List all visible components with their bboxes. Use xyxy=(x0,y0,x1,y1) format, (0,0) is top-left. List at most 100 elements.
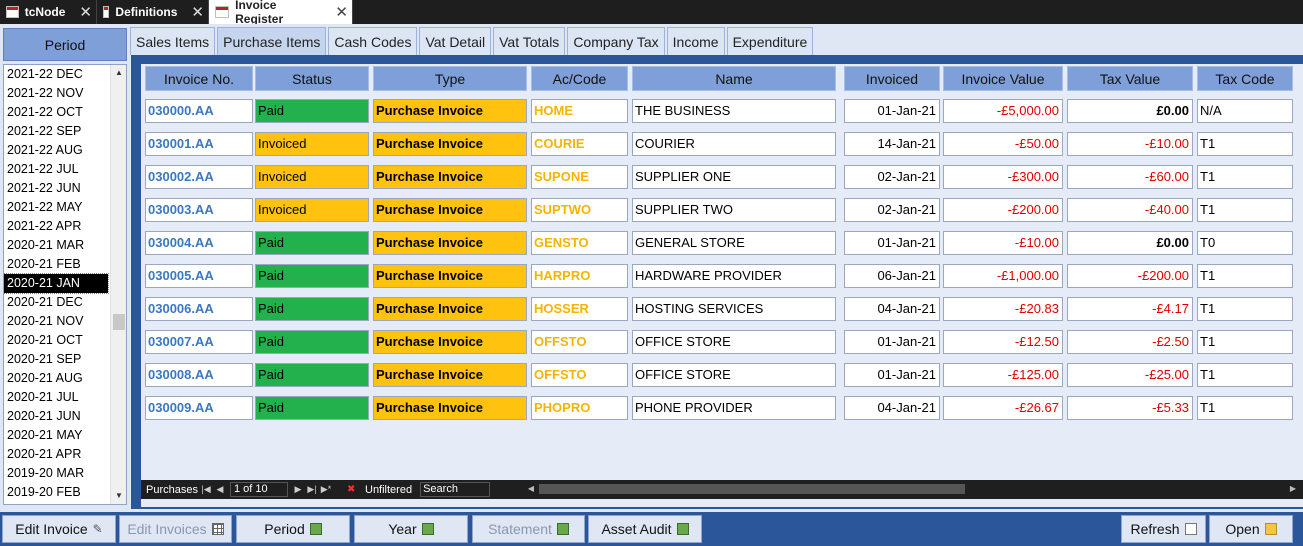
tab-vat-detail[interactable]: Vat Detail xyxy=(419,27,492,55)
column-header[interactable]: Tax Code xyxy=(1197,66,1293,91)
cell-taxcode[interactable]: T1 xyxy=(1197,132,1293,156)
cell-tax[interactable]: £0.00 xyxy=(1067,231,1193,255)
cell-code[interactable]: SUPTWO xyxy=(531,198,628,222)
period-item[interactable]: 2020-21 MAR xyxy=(4,236,126,255)
table-row[interactable]: 030007.AA Paid Purchase Invoice OFFSTO OFFIC… xyxy=(141,326,1303,359)
table-row[interactable]: 030005.AA Paid Purchase Invoice HARPRO HARDW… xyxy=(141,260,1303,293)
horizontal-scrollbar[interactable]: ◀ ▶ xyxy=(525,482,1299,496)
cell-type[interactable]: Purchase Invoice xyxy=(373,297,527,321)
cell-name[interactable]: HOSTING SERVICES xyxy=(632,297,836,321)
scroll-right-icon[interactable]: ▶ xyxy=(1287,482,1299,496)
table-row[interactable]: 030002.AA Invoiced Purchase Invoice SUPONE S… xyxy=(141,161,1303,194)
edit-invoices-button[interactable]: Edit Invoices xyxy=(119,515,232,543)
column-header[interactable]: Type xyxy=(373,66,527,91)
cell-name[interactable]: COURIER xyxy=(632,132,836,156)
tab-purchase-items[interactable]: Purchase Items xyxy=(217,27,327,55)
refresh-button[interactable]: Refresh xyxy=(1121,515,1206,543)
period-item[interactable]: 2019-20 FEB xyxy=(4,483,126,502)
cell-status[interactable]: Paid xyxy=(255,297,369,321)
filter-toggle[interactable]: ✖ Unfiltered xyxy=(333,484,420,496)
tab-company-tax[interactable]: Company Tax xyxy=(567,27,665,55)
doc-tab-definitions[interactable]: Definitions ✕ xyxy=(97,0,209,24)
period-item[interactable]: 2020-21 DEC xyxy=(4,293,126,312)
cell-status[interactable]: Invoiced xyxy=(255,198,369,222)
cell-inv[interactable]: 030002.AA xyxy=(145,165,253,189)
column-header[interactable]: Name xyxy=(632,66,836,91)
period-item[interactable]: 2021-22 NOV xyxy=(4,84,126,103)
period-item[interactable]: 2020-21 MAY xyxy=(4,426,126,445)
cell-tax[interactable]: -£4.17 xyxy=(1067,297,1193,321)
asset-audit-button[interactable]: Asset Audit xyxy=(588,515,702,543)
period-scrollbar[interactable]: ▲ ▼ xyxy=(110,65,126,504)
open-button[interactable]: Open xyxy=(1209,515,1293,543)
period-item[interactable]: 2021-22 JUL xyxy=(4,160,126,179)
column-header[interactable]: Invoiced xyxy=(844,66,940,91)
cell-value[interactable]: -£300.00 xyxy=(943,165,1063,189)
cell-tax[interactable]: -£200.00 xyxy=(1067,264,1193,288)
cell-code[interactable]: HOME xyxy=(531,99,628,123)
previous-record-icon[interactable]: ◀ xyxy=(213,484,227,495)
period-item[interactable]: 2020-21 OCT xyxy=(4,331,126,350)
doc-tab-invoice-register[interactable]: Invoice Register ✕ xyxy=(209,0,353,26)
period-item[interactable]: 2021-22 JUN xyxy=(4,179,126,198)
period-item[interactable]: 2021-22 SEP xyxy=(4,122,126,141)
column-header[interactable]: Invoice Value xyxy=(943,66,1063,91)
cell-name[interactable]: SUPPLIER TWO xyxy=(632,198,836,222)
scroll-thumb[interactable] xyxy=(113,314,125,330)
cell-tax[interactable]: -£10.00 xyxy=(1067,132,1193,156)
cell-value[interactable]: -£50.00 xyxy=(943,132,1063,156)
period-item[interactable]: 2020-21 NOV xyxy=(4,312,126,331)
cell-taxcode[interactable]: T1 xyxy=(1197,363,1293,387)
table-row[interactable]: 030001.AA Invoiced Purchase Invoice COURIE C… xyxy=(141,128,1303,161)
cell-date[interactable]: 01-Jan-21 xyxy=(844,330,940,354)
cell-type[interactable]: Purchase Invoice xyxy=(373,231,527,255)
cell-taxcode[interactable]: T1 xyxy=(1197,198,1293,222)
year-button[interactable]: Year xyxy=(354,515,468,543)
cell-inv[interactable]: 030009.AA xyxy=(145,396,253,420)
tab-cash-codes[interactable]: Cash Codes xyxy=(328,27,418,55)
cell-name[interactable]: HARDWARE PROVIDER xyxy=(632,264,836,288)
new-record-icon[interactable]: ▶* xyxy=(319,484,333,495)
period-item[interactable]: 2021-22 APR xyxy=(4,217,126,236)
cell-status[interactable]: Paid xyxy=(255,231,369,255)
cell-status[interactable]: Paid xyxy=(255,363,369,387)
tab-vat-totals[interactable]: Vat Totals xyxy=(493,27,566,55)
current-record-field[interactable]: 1 of 10 xyxy=(230,482,288,497)
cell-inv[interactable]: 030006.AA xyxy=(145,297,253,321)
cell-value[interactable]: -£125.00 xyxy=(943,363,1063,387)
cell-value[interactable]: -£10.00 xyxy=(943,231,1063,255)
period-item[interactable]: 2019-20 MAR xyxy=(4,464,126,483)
scroll-left-icon[interactable]: ◀ xyxy=(525,482,537,496)
cell-date[interactable]: 02-Jan-21 xyxy=(844,165,940,189)
cell-type[interactable]: Purchase Invoice xyxy=(373,396,527,420)
cell-value[interactable]: -£1,000.00 xyxy=(943,264,1063,288)
table-row[interactable]: 030006.AA Paid Purchase Invoice HOSSER HOSTI… xyxy=(141,293,1303,326)
cell-type[interactable]: Purchase Invoice xyxy=(373,165,527,189)
cell-value[interactable]: -£5,000.00 xyxy=(943,99,1063,123)
period-item[interactable]: 2020-21 JAN xyxy=(4,273,109,294)
table-row[interactable]: 030008.AA Paid Purchase Invoice OFFSTO OFFIC… xyxy=(141,359,1303,392)
cell-value[interactable]: -£26.67 xyxy=(943,396,1063,420)
cell-inv[interactable]: 030008.AA xyxy=(145,363,253,387)
cell-status[interactable]: Paid xyxy=(255,99,369,123)
cell-taxcode[interactable]: T1 xyxy=(1197,165,1293,189)
cell-type[interactable]: Purchase Invoice xyxy=(373,132,527,156)
cell-value[interactable]: -£12.50 xyxy=(943,330,1063,354)
cell-type[interactable]: Purchase Invoice xyxy=(373,330,527,354)
cell-taxcode[interactable]: T1 xyxy=(1197,330,1293,354)
cell-value[interactable]: -£200.00 xyxy=(943,198,1063,222)
tab-income[interactable]: Income xyxy=(666,27,725,55)
search-input[interactable]: Search xyxy=(420,482,491,497)
cell-tax[interactable]: -£40.00 xyxy=(1067,198,1193,222)
cell-inv[interactable]: 030001.AA xyxy=(145,132,253,156)
cell-code[interactable]: SUPONE xyxy=(531,165,628,189)
period-item[interactable]: 2020-21 SEP xyxy=(4,350,126,369)
period-item[interactable]: 2021-22 DEC xyxy=(4,65,126,84)
cell-code[interactable]: HOSSER xyxy=(531,297,628,321)
cell-date[interactable]: 04-Jan-21 xyxy=(844,396,940,420)
next-record-icon[interactable]: ▶ xyxy=(291,484,305,495)
cell-code[interactable]: OFFSTO xyxy=(531,363,628,387)
cell-code[interactable]: COURIE xyxy=(531,132,628,156)
period-item[interactable]: 2020-21 FEB xyxy=(4,255,126,274)
table-row[interactable]: 030003.AA Invoiced Purchase Invoice SUPTWO S… xyxy=(141,194,1303,227)
